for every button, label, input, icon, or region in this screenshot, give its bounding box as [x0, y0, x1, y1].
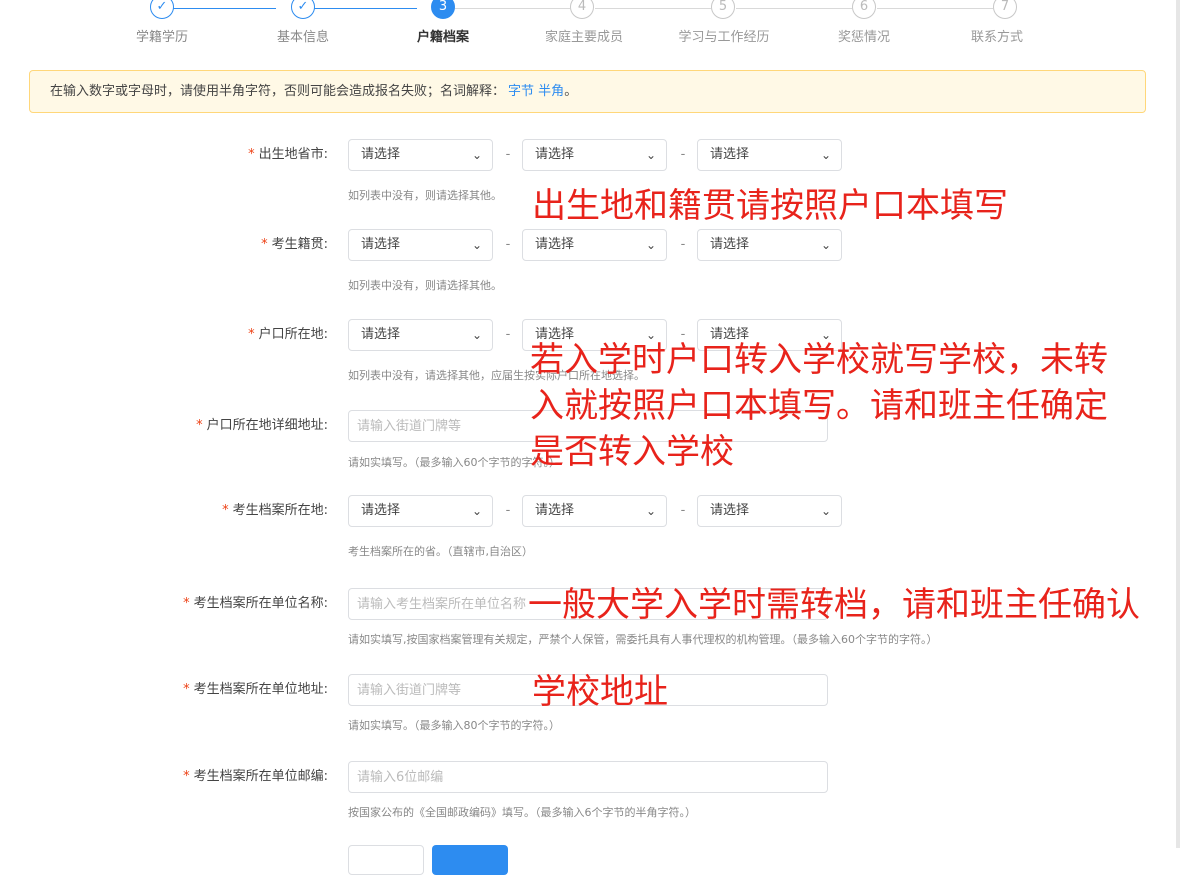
step-connector [313, 8, 417, 9]
annotation-birthplace-note: 出生地和籍贯请按照户口本填写 [532, 186, 1008, 226]
step-label: 基本信息 [276, 30, 329, 45]
hukou-address-label: * 户口所在地详细地址: [196, 418, 328, 433]
birthplace-label: * 出生地省市: [248, 147, 328, 162]
step-number: 7 [993, 0, 1017, 19]
progress-steps: ✓ 学籍学历 ✓ 基本信息 3 户籍档案 4 家庭主要成员 5 学习与工作经历 … [0, 0, 1180, 50]
half-width-link[interactable]: 半角 [538, 84, 564, 99]
annotation-school-address-note: 学校地址 [532, 672, 668, 712]
required-mark: * [183, 596, 190, 611]
archive-unit-address-hint: 请如实填写。（最多输入80个字节的字符。） [348, 719, 560, 732]
archive-location-label: * 考生档案所在地: [222, 503, 328, 518]
required-mark: * [248, 147, 255, 162]
dash-separator: - [505, 237, 511, 252]
required-mark: * [183, 769, 190, 784]
archive-county-select[interactable]: 请选择 ⌄ [697, 495, 842, 527]
step-connector [877, 8, 993, 9]
page-scrollbar[interactable] [1176, 0, 1180, 848]
required-mark: * [183, 682, 190, 697]
native-place-hint: 如列表中没有，则请选择其他。 [348, 279, 502, 292]
birthplace-province-select[interactable]: 请选择 ⌄ [348, 139, 493, 171]
archive-unit-postcode-input[interactable] [348, 761, 828, 793]
chevron-down-icon: ⌄ [471, 504, 482, 518]
chevron-down-icon: ⌄ [820, 504, 831, 518]
chevron-down-icon: ⌄ [645, 504, 656, 518]
archive-unit-address-label: * 考生档案所在单位地址: [183, 682, 328, 697]
chevron-down-icon: ⌄ [471, 148, 482, 162]
step-label: 学籍学历 [135, 30, 188, 45]
birthplace-city-select[interactable]: 请选择 ⌄ [522, 139, 667, 171]
previous-button[interactable] [348, 845, 424, 875]
required-mark: * [261, 237, 268, 252]
step-connector [736, 8, 852, 9]
chevron-down-icon: ⌄ [471, 328, 482, 342]
step-number: 4 [570, 0, 594, 19]
hukou-province-select[interactable]: 请选择 ⌄ [348, 319, 493, 351]
dash-separator: - [680, 237, 686, 252]
annotation-hukou-note: 若入学时户口转入学校就写学校，未转 入就按照户口本填写。请和班主任确定 是否转入… [530, 340, 1108, 472]
required-mark: * [248, 327, 255, 342]
notice-text: 在输入数字或字母时，请使用半角字符，否则可能会造成报名失败；名词解释： [50, 84, 506, 99]
chevron-down-icon: ⌄ [820, 148, 831, 162]
check-icon: ✓ [150, 0, 174, 19]
dash-separator: - [505, 327, 511, 342]
check-icon: ✓ [291, 0, 315, 19]
step-number: 5 [711, 0, 735, 19]
step-label: 学习与工作经历 [678, 30, 770, 45]
hukou-address-hint: 请如实填写。（最多输入60个字节的字符。） [348, 456, 560, 469]
step-label: 奖惩情况 [837, 30, 890, 45]
native-place-label: * 考生籍贯: [261, 237, 328, 252]
next-button[interactable] [432, 845, 508, 875]
annotation-archive-note: 一般大学入学时需转档，请和班主任确认 [528, 585, 1140, 625]
chevron-down-icon: ⌄ [471, 238, 482, 252]
half-width-notice: 在输入数字或字母时，请使用半角字符，否则可能会造成报名失败；名词解释： 字节 半角… [29, 70, 1146, 113]
archive-city-select[interactable]: 请选择 ⌄ [522, 495, 667, 527]
step-connector [454, 8, 570, 9]
step-number: 3 [431, 0, 455, 19]
byte-link[interactable]: 字节 [508, 84, 534, 99]
archive-location-hint: 考生档案所在的省。（直辖市,自治区） [348, 545, 533, 558]
required-mark: * [222, 503, 229, 518]
step-connector [172, 8, 276, 9]
dash-separator: - [505, 147, 511, 162]
archive-unit-postcode-hint: 按国家公布的《全国邮政编码》填写。（最多输入6个字节的半角字符。） [348, 806, 696, 819]
native-city-select[interactable]: 请选择 ⌄ [522, 229, 667, 261]
notice-end: 。 [564, 84, 578, 99]
chevron-down-icon: ⌄ [820, 238, 831, 252]
required-mark: * [196, 418, 203, 433]
native-county-select[interactable]: 请选择 ⌄ [697, 229, 842, 261]
step-number: 6 [852, 0, 876, 19]
birthplace-county-select[interactable]: 请选择 ⌄ [697, 139, 842, 171]
dash-separator: - [505, 503, 511, 518]
step-label: 家庭主要成员 [544, 30, 623, 45]
archive-unit-postcode-label: * 考生档案所在单位邮编: [183, 769, 328, 784]
birthplace-hint: 如列表中没有，则请选择其他。 [348, 189, 502, 202]
step-connector [595, 8, 711, 9]
archive-unit-name-label: * 考生档案所在单位名称: [183, 596, 328, 611]
dash-separator: - [680, 503, 686, 518]
dash-separator: - [680, 147, 686, 162]
step-label: 户籍档案 [416, 30, 469, 45]
archive-province-select[interactable]: 请选择 ⌄ [348, 495, 493, 527]
step-label: 联系方式 [970, 30, 1023, 45]
archive-unit-name-hint: 请如实填写,按国家档案管理有关规定，严禁个人保管，需委托具有人事代理权的机构管理… [348, 633, 938, 646]
hukou-label: * 户口所在地: [248, 327, 328, 342]
native-province-select[interactable]: 请选择 ⌄ [348, 229, 493, 261]
chevron-down-icon: ⌄ [645, 148, 656, 162]
chevron-down-icon: ⌄ [645, 238, 656, 252]
